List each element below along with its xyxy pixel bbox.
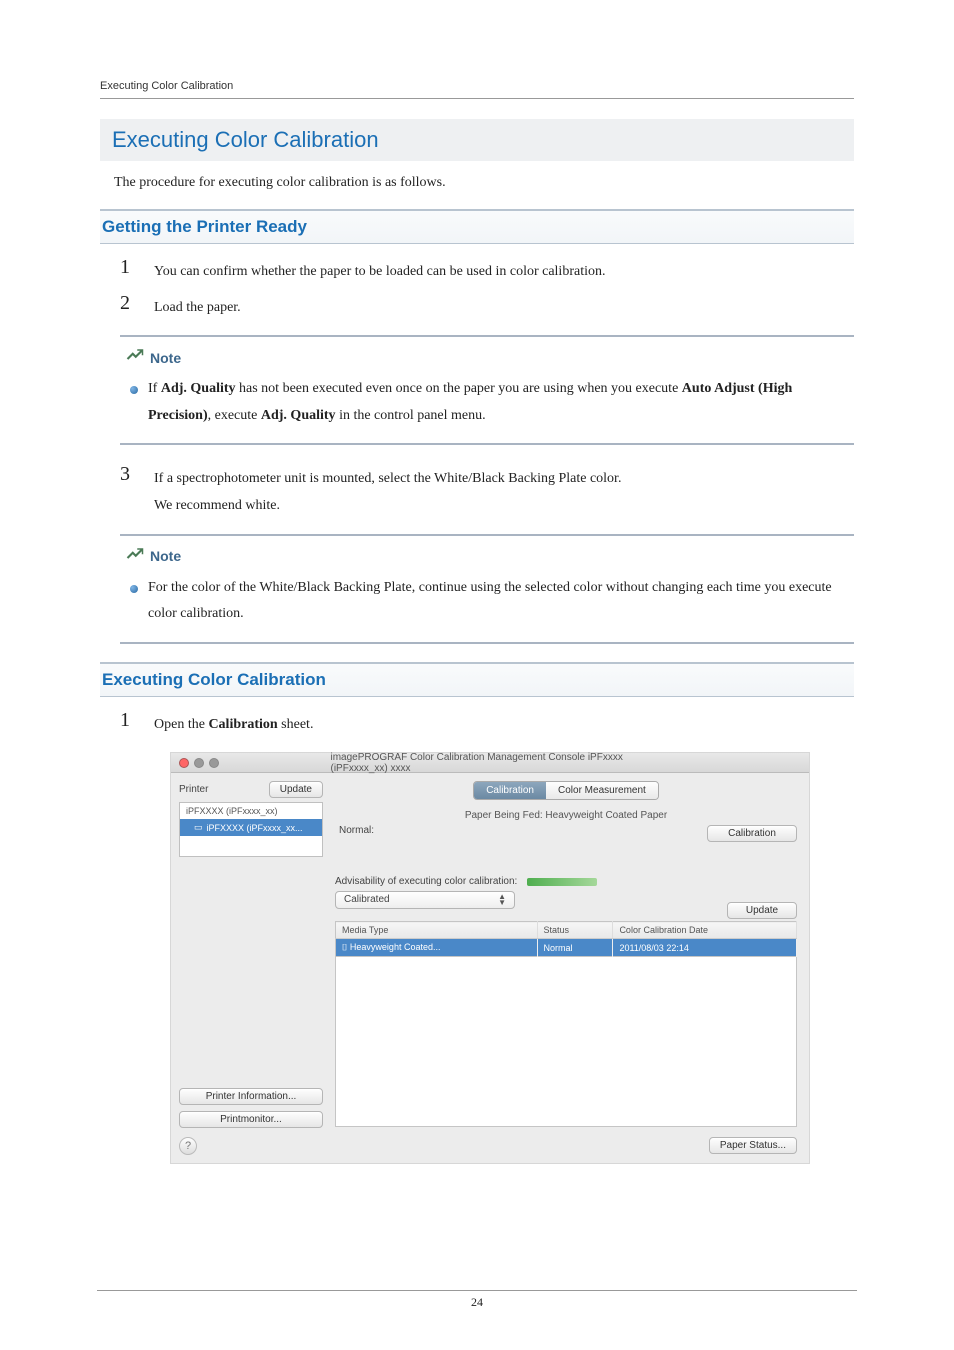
page-number: 24 bbox=[97, 1290, 857, 1310]
status-combobox[interactable]: Calibrated ▲▼ bbox=[335, 891, 515, 908]
step-text: Load the paper. bbox=[154, 292, 854, 322]
step-2: 2 Load the paper. bbox=[120, 292, 854, 322]
step-number: 3 bbox=[120, 463, 138, 519]
normal-label: Normal: bbox=[339, 825, 699, 836]
right-panel: Calibration Color Measurement Paper Bein… bbox=[331, 773, 809, 1163]
cell-status: Normal bbox=[537, 939, 613, 957]
section-heading-executing: Executing Color Calibration bbox=[100, 662, 854, 697]
steps-list-1b: 3 If a spectrophotometer unit is mounted… bbox=[120, 463, 854, 519]
window-title: imagePROGRAF Color Calibration Managemen… bbox=[331, 752, 650, 774]
media-table: Media Type Status Color Calibration Date… bbox=[335, 921, 797, 957]
media-table-container: Media Type Status Color Calibration Date… bbox=[335, 919, 797, 1127]
col-calibration-date[interactable]: Color Calibration Date bbox=[613, 922, 797, 939]
printer-list-item[interactable]: iPFXXXX (iPFxxxx_xx) bbox=[180, 803, 322, 819]
close-window-button[interactable] bbox=[179, 758, 189, 768]
step-text: If a spectrophotometer unit is mounted, … bbox=[154, 463, 854, 519]
roll-icon: ⌷ bbox=[342, 942, 347, 952]
segmented-control: Calibration Color Measurement bbox=[473, 781, 659, 800]
calibration-button[interactable]: Calibration bbox=[707, 825, 797, 842]
table-header-row: Media Type Status Color Calibration Date bbox=[336, 922, 797, 939]
advisability-bar bbox=[527, 878, 597, 886]
page: Executing Color Calibration Executing Co… bbox=[0, 0, 954, 1350]
left-sidebar: Printer Update iPFXXXX (iPFxxxx_xx) ▭ iP… bbox=[171, 773, 331, 1163]
note-icon bbox=[126, 347, 144, 368]
note-label: Note bbox=[150, 548, 181, 564]
steps-list-2: 1 Open the Calibration sheet. bbox=[120, 709, 854, 739]
note-icon bbox=[126, 546, 144, 567]
combobox-value: Calibrated bbox=[344, 894, 390, 905]
col-media-type[interactable]: Media Type bbox=[336, 922, 538, 939]
note-bullet: For the color of the White/Black Backing… bbox=[130, 575, 854, 628]
update-button[interactable]: Update bbox=[269, 781, 323, 798]
tab-calibration[interactable]: Calibration bbox=[474, 782, 546, 799]
note-heading: Note bbox=[126, 347, 854, 368]
step-3: 3 If a spectrophotometer unit is mounted… bbox=[120, 463, 854, 519]
note-text: For the color of the White/Black Backing… bbox=[148, 575, 854, 628]
help-button[interactable]: ? bbox=[179, 1137, 197, 1155]
update-list-button[interactable]: Update bbox=[727, 902, 797, 919]
step-number: 1 bbox=[120, 709, 138, 739]
tab-color-measurement[interactable]: Color Measurement bbox=[546, 782, 658, 799]
note-box-2: Note For the color of the White/Black Ba… bbox=[120, 534, 854, 644]
step-1b: 1 Open the Calibration sheet. bbox=[120, 709, 854, 739]
window-titlebar: imagePROGRAF Color Calibration Managemen… bbox=[171, 753, 809, 773]
cell-media: ⌷ Heavyweight Coated... bbox=[336, 939, 538, 957]
cell-date: 2011/08/03 22:14 bbox=[613, 939, 797, 957]
steps-list-1: 1 You can confirm whether the paper to b… bbox=[120, 256, 854, 321]
table-row[interactable]: ⌷ Heavyweight Coated... Normal 2011/08/0… bbox=[336, 939, 797, 957]
printer-list-item-selected[interactable]: ▭ iPFXXXX (iPFxxxx_xx... bbox=[180, 819, 322, 836]
traffic-lights bbox=[179, 758, 219, 768]
step-number: 2 bbox=[120, 292, 138, 322]
advisability-label: Advisability of executing color calibrat… bbox=[335, 876, 517, 887]
step-1: 1 You can confirm whether the paper to b… bbox=[120, 256, 854, 286]
printer-icon: ▭ bbox=[194, 822, 203, 833]
intro-text: The procedure for executing color calibr… bbox=[114, 175, 854, 191]
note-box-1: Note If Adj. Quality has not been execut… bbox=[120, 335, 854, 445]
note-bullet: If Adj. Quality has not been executed ev… bbox=[130, 376, 854, 429]
tabs: Calibration Color Measurement bbox=[335, 781, 797, 800]
table-empty-area bbox=[335, 957, 797, 1127]
minimize-window-button[interactable] bbox=[194, 758, 204, 768]
section-heading-getting-ready: Getting the Printer Ready bbox=[100, 209, 854, 244]
printer-label: Printer bbox=[179, 784, 208, 795]
note-text: If Adj. Quality has not been executed ev… bbox=[148, 376, 854, 429]
bullet-icon bbox=[130, 585, 138, 593]
col-status[interactable]: Status bbox=[537, 922, 613, 939]
zoom-window-button[interactable] bbox=[209, 758, 219, 768]
printer-information-button[interactable]: Printer Information... bbox=[179, 1088, 323, 1105]
app-window: imagePROGRAF Color Calibration Managemen… bbox=[170, 752, 810, 1164]
paper-being-fed-label: Paper Being Fed: Heavyweight Coated Pape… bbox=[335, 810, 797, 821]
page-header: Executing Color Calibration bbox=[100, 80, 854, 99]
step-text: You can confirm whether the paper to be … bbox=[154, 256, 854, 286]
combobox-arrows-icon: ▲▼ bbox=[498, 894, 506, 905]
step-number: 1 bbox=[120, 256, 138, 286]
note-label: Note bbox=[150, 350, 181, 366]
printmonitor-button[interactable]: Printmonitor... bbox=[179, 1111, 323, 1128]
step-text: Open the Calibration sheet. bbox=[154, 709, 854, 739]
printer-list[interactable]: iPFXXXX (iPFxxxx_xx) ▭ iPFXXXX (iPFxxxx_… bbox=[179, 802, 323, 857]
note-heading: Note bbox=[126, 546, 854, 567]
bullet-icon bbox=[130, 386, 138, 394]
page-title: Executing Color Calibration bbox=[100, 119, 854, 161]
paper-status-button[interactable]: Paper Status... bbox=[709, 1137, 797, 1154]
window-body: Printer Update iPFXXXX (iPFxxxx_xx) ▭ iP… bbox=[171, 773, 809, 1163]
